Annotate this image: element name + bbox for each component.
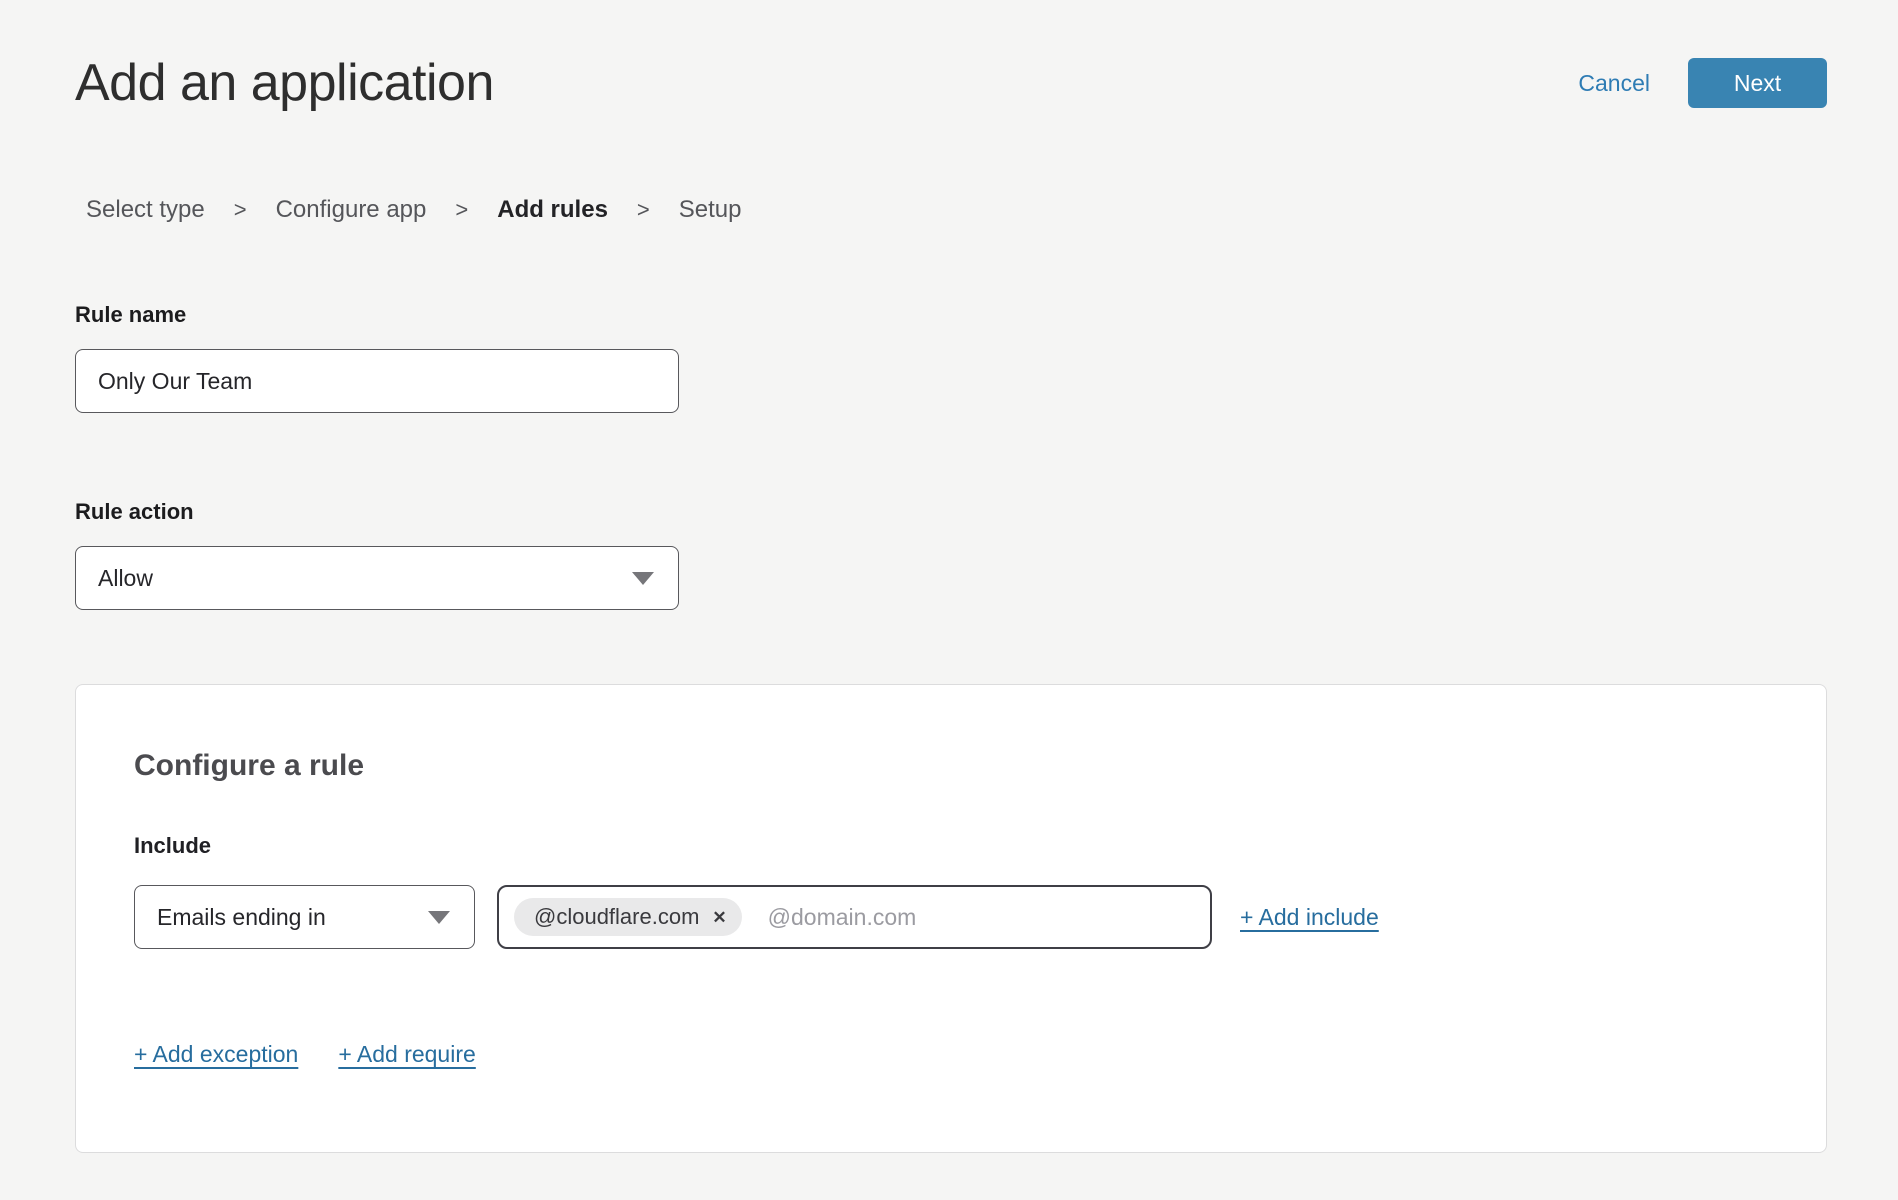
breadcrumb-step-configure-app[interactable]: Configure app bbox=[276, 196, 427, 224]
rule-action-field: Rule action Allow bbox=[75, 499, 1898, 610]
domain-entry-input[interactable] bbox=[768, 904, 1196, 931]
breadcrumb: Select type > Configure app > Add rules … bbox=[86, 196, 1898, 224]
rule-action-label: Rule action bbox=[75, 499, 1898, 525]
breadcrumb-step-setup[interactable]: Setup bbox=[679, 196, 742, 224]
include-criteria-selected-value: Emails ending in bbox=[157, 904, 326, 931]
email-domain-tag-label: @cloudflare.com bbox=[534, 904, 699, 930]
header-actions: Cancel Next bbox=[1578, 58, 1827, 108]
email-domains-tag-input[interactable]: @cloudflare.com ✕ bbox=[497, 885, 1212, 949]
chevron-down-icon bbox=[632, 572, 654, 585]
add-exception-link[interactable]: + Add exception bbox=[134, 1041, 298, 1068]
breadcrumb-separator: > bbox=[234, 197, 247, 223]
rule-card-heading: Configure a rule bbox=[134, 749, 1768, 783]
page-header: Add an application Cancel Next bbox=[0, 0, 1898, 114]
rule-name-input[interactable] bbox=[75, 349, 679, 413]
breadcrumb-separator: > bbox=[637, 197, 650, 223]
cancel-button[interactable]: Cancel bbox=[1578, 70, 1650, 97]
breadcrumb-step-select-type[interactable]: Select type bbox=[86, 196, 205, 224]
breadcrumb-separator: > bbox=[455, 197, 468, 223]
configure-rule-card: Configure a rule Include Emails ending i… bbox=[75, 684, 1827, 1153]
next-button[interactable]: Next bbox=[1688, 58, 1827, 108]
include-rule-row: Emails ending in @cloudflare.com ✕ + Add… bbox=[134, 885, 1768, 949]
include-criteria-select[interactable]: Emails ending in bbox=[134, 885, 475, 949]
include-label: Include bbox=[134, 833, 1768, 859]
rule-extra-links: + Add exception + Add require bbox=[134, 1041, 1768, 1068]
remove-tag-icon[interactable]: ✕ bbox=[712, 909, 726, 926]
rule-action-selected-value: Allow bbox=[98, 565, 153, 592]
add-application-page: Add an application Cancel Next Select ty… bbox=[0, 0, 1898, 1200]
rule-action-select[interactable]: Allow bbox=[75, 546, 679, 610]
add-require-link[interactable]: + Add require bbox=[338, 1041, 475, 1068]
chevron-down-icon bbox=[428, 911, 450, 924]
breadcrumb-step-add-rules: Add rules bbox=[497, 196, 608, 224]
add-include-link[interactable]: + Add include bbox=[1240, 904, 1379, 931]
rule-name-field: Rule name bbox=[75, 302, 1898, 413]
rule-name-label: Rule name bbox=[75, 302, 1898, 328]
page-title: Add an application bbox=[75, 52, 494, 114]
email-domain-tag: @cloudflare.com ✕ bbox=[514, 898, 742, 936]
